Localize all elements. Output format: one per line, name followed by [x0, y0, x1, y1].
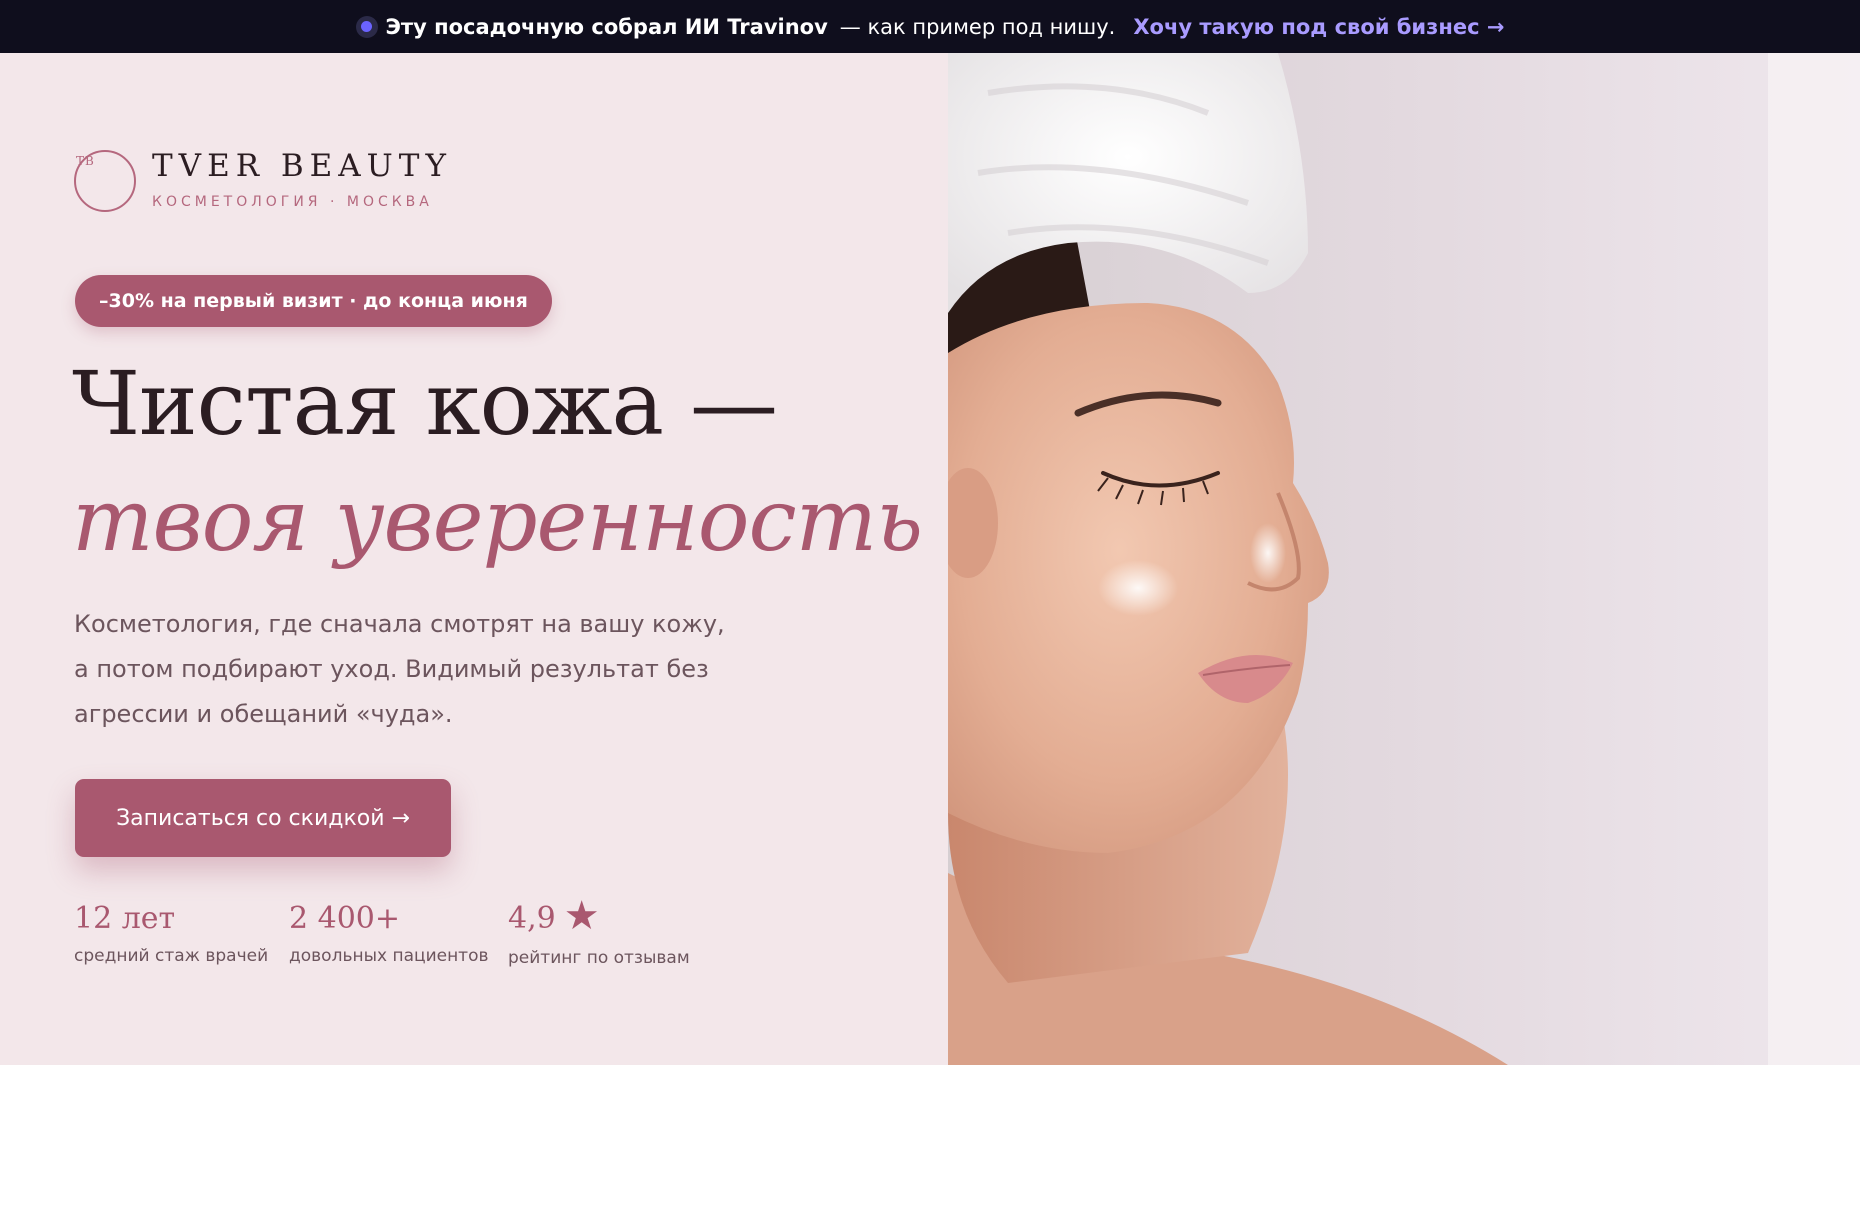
brand-logo[interactable]: TB TVER BEAUTY КОСМЕТОЛОГИЯ · МОСКВА — [74, 150, 452, 212]
discount-badge: –30% на первый визит · до конца июня — [75, 275, 552, 327]
star-icon: ★ — [563, 893, 600, 939]
stat-patients: 2 400+ довольных пациентов — [289, 901, 489, 967]
status-dot-icon — [355, 15, 378, 38]
brand-name: TVER BEAUTY — [152, 148, 452, 184]
book-discount-button[interactable]: Записаться со скидкой → — [75, 779, 451, 857]
stat-value: 4,9 ★ — [508, 896, 690, 936]
hero-photo — [948, 53, 1860, 1065]
stat-rating: 4,9 ★ рейтинг по отзывам — [508, 896, 690, 968]
stat-label: довольных пациентов — [289, 946, 489, 966]
stat-value: 2 400+ — [289, 901, 401, 936]
stat-value: 12 лет — [74, 901, 176, 936]
promo-middle-text: — как пример под нишу. — [839, 14, 1116, 39]
promo-cta-link[interactable]: Хочу такую под свой бизнес → — [1133, 15, 1504, 39]
rating-value: 4,9 — [508, 901, 556, 936]
stat-label: рейтинг по отзывам — [508, 948, 690, 968]
promo-lead-text: Эту посадочную собрал ИИ Travinov — [385, 14, 828, 39]
stat-experience: 12 лет средний стаж врачей — [74, 901, 269, 967]
logo-monogram-icon: TB — [74, 150, 136, 212]
below-fold-section — [0, 1065, 1860, 1230]
headline-line-1: Чистая кожа — — [72, 352, 778, 455]
brand-subtitle: КОСМЕТОЛОГИЯ · МОСКВА — [152, 194, 433, 210]
hero-description: Косметология, где сначала смотрят на ваш… — [74, 610, 725, 728]
logo-monogram-text: TB — [76, 154, 95, 168]
stat-label: средний стаж врачей — [74, 946, 269, 966]
headline-line-2: твоя уверенность — [72, 471, 923, 571]
promo-bar: Эту посадочную собрал ИИ Travinov — как … — [0, 0, 1860, 53]
woman-with-towel-illustration — [948, 53, 1860, 1065]
